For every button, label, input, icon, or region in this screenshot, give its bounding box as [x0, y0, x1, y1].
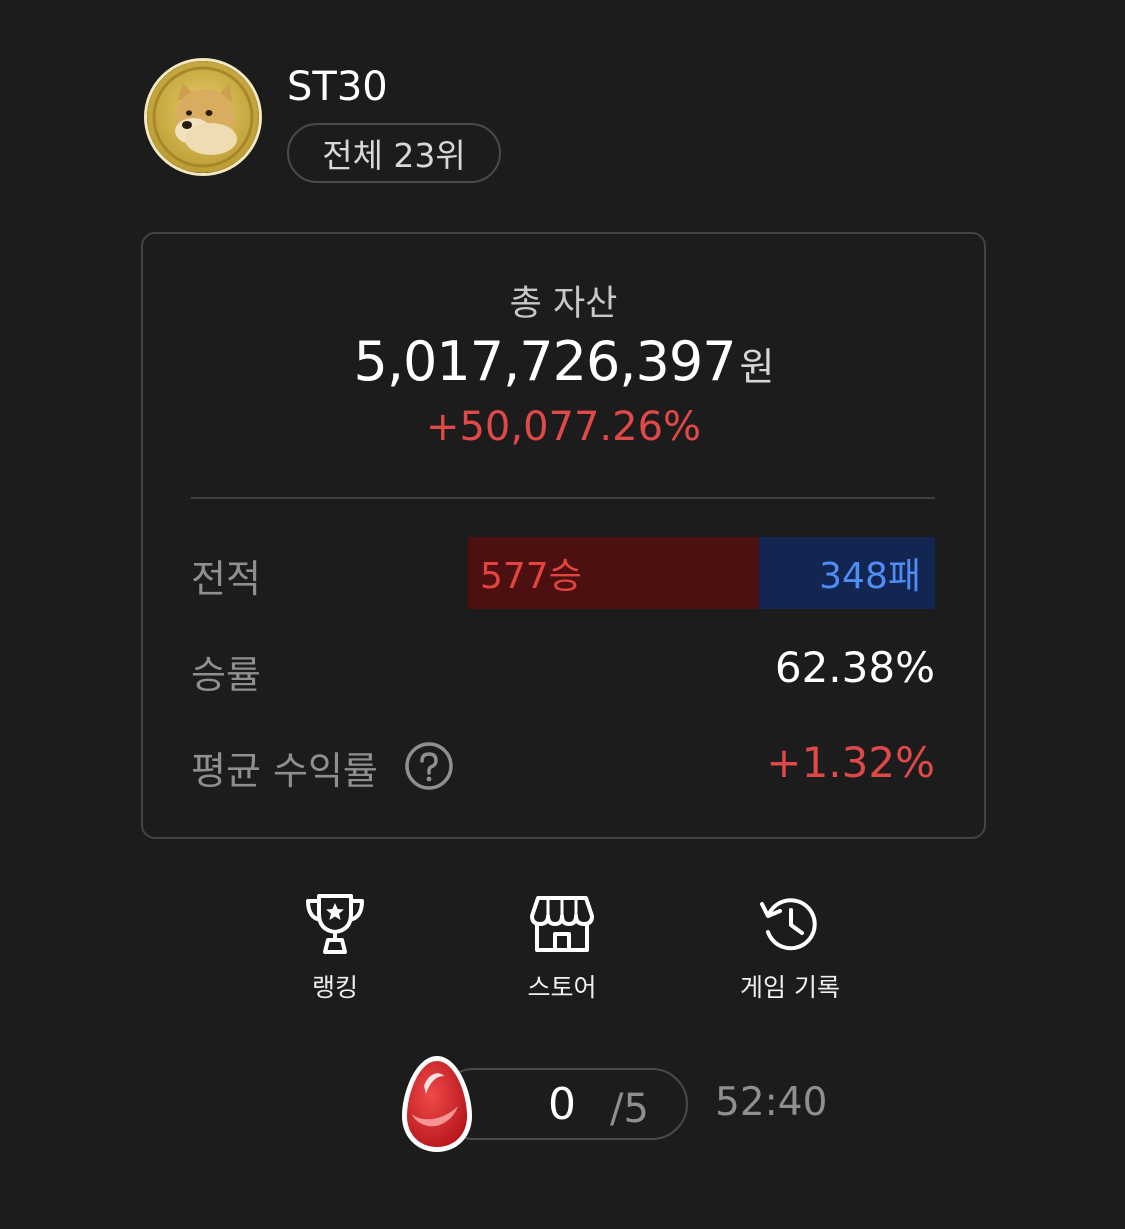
record-label: 전적 [191, 557, 261, 601]
total-assets-label: 총 자산 [509, 284, 618, 324]
help-icon[interactable] [404, 741, 454, 791]
store-icon [530, 896, 594, 952]
avg-return-label: 평균 수익률 [191, 749, 378, 793]
doge-avatar-image [147, 61, 259, 173]
divider [191, 497, 935, 499]
rank-badge: 전체 23위 [287, 123, 501, 183]
username: ST30 [287, 64, 388, 110]
energy-max: /5 [610, 1086, 649, 1132]
ranking-button[interactable]: 랭킹 [235, 892, 435, 1004]
game-history-button[interactable]: 게임 기록 [690, 892, 890, 1004]
currency-unit: 원 [739, 345, 775, 389]
winrate-value: 62.38% [774, 643, 935, 692]
avg-return-value: +1.32% [766, 738, 935, 787]
total-return-percent: +50,077.26% [425, 404, 702, 450]
wins-count: 577승 [480, 556, 582, 597]
ranking-label: 랭킹 [311, 973, 358, 1002]
energy-timer: 52:40 [715, 1080, 828, 1125]
game-history-label: 게임 기록 [740, 973, 840, 1002]
record-bar: 577승 348패 [468, 537, 935, 609]
energy-current: 0 [548, 1079, 576, 1130]
store-label: 스토어 [527, 973, 597, 1002]
total-assets-amount: 5,017,726,397 [353, 330, 736, 393]
avatar[interactable] [144, 58, 262, 176]
wins-segment: 577승 [468, 537, 760, 609]
losses-segment: 348패 [759, 537, 935, 609]
winrate-label: 승률 [191, 653, 261, 697]
store-button[interactable]: 스토어 [462, 892, 662, 1004]
red-egg-icon [398, 1052, 476, 1156]
trophy-icon [306, 894, 364, 954]
history-icon [760, 898, 817, 951]
total-assets-value: 5,017,726,397 원 [141, 330, 986, 393]
losses-count: 348패 [819, 556, 921, 597]
